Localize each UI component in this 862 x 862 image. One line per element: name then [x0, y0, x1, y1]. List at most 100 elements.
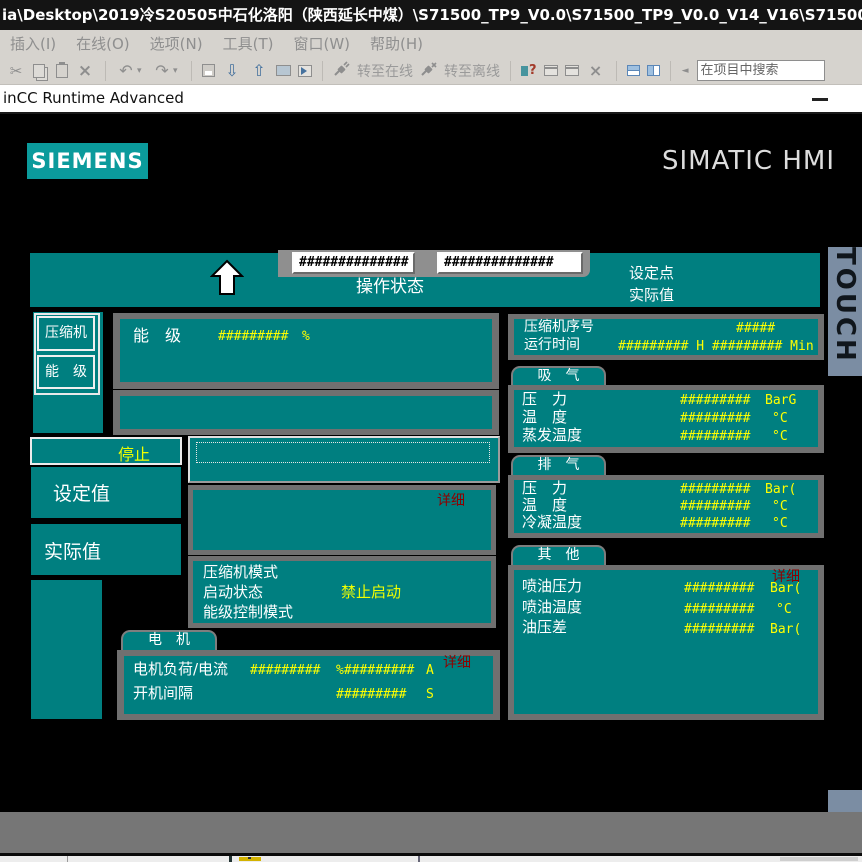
- redo-dropdown-icon[interactable]: ▾: [173, 66, 181, 76]
- evaporation-temp-label: 蒸发温度: [522, 427, 582, 444]
- tia-window-title: ia\Desktop\2019冷S20505中石化洛阳（陕西延长中煤）\S715…: [2, 6, 862, 24]
- undo-icon[interactable]: ↶: [116, 61, 136, 81]
- go-online-plug-icon[interactable]: [333, 61, 350, 81]
- nav-tab-energy-level[interactable]: 能 级: [37, 355, 95, 389]
- discharge-pressure-label: 压 力: [522, 480, 567, 497]
- menu-online[interactable]: 在线(O): [76, 33, 130, 54]
- discharge-pressure-value: #########: [680, 481, 750, 498]
- download-to-device-icon[interactable]: ⇩: [222, 61, 242, 81]
- motor-current-value: %#########: [336, 662, 414, 680]
- toolbar-separator: [322, 61, 323, 81]
- other-group-tab: 其 他: [511, 545, 606, 565]
- tia-toolbar: ✂ × ↶ ▾ ↷ ▾ ⇩ ⇧ 转至在线 转至离线 ? × ◄ 在项目中搜索: [0, 57, 862, 85]
- suction-pressure-unit: BarG: [765, 392, 796, 409]
- energy-panel: 能 级 ######### %: [120, 319, 492, 382]
- menu-help[interactable]: 帮助(H): [370, 33, 423, 54]
- motor-detail-link[interactable]: 详细: [443, 656, 471, 671]
- split-vertical-icon[interactable]: [647, 65, 660, 76]
- suction-temp-value: #########: [680, 410, 750, 427]
- runtime-window-titlebar[interactable]: inCC Runtime Advanced: [0, 85, 862, 112]
- upload-from-device-icon[interactable]: ⇧: [249, 61, 269, 81]
- go-offline-button[interactable]: 转至离线: [444, 61, 500, 81]
- siemens-logo: SIEMENS: [27, 143, 148, 179]
- panel-bezel-corner: [828, 790, 862, 812]
- compressor-serial-value: #####: [736, 320, 775, 337]
- nav-spacer-panel: [31, 580, 102, 719]
- redo-icon[interactable]: ↷: [152, 61, 172, 81]
- message-io-field[interactable]: [196, 442, 490, 463]
- screen-title: 操作状态: [330, 278, 450, 296]
- tia-window-titlebar[interactable]: ia\Desktop\2019冷S20505中石化洛阳（陕西延长中煤）\S715…: [0, 0, 862, 30]
- motor-current-unit: A: [426, 662, 434, 680]
- strip-divider: [229, 856, 232, 862]
- start-interval-unit: S: [426, 686, 434, 704]
- discharge-temp-unit: °C: [772, 498, 788, 515]
- status-panel: [120, 396, 492, 429]
- minimize-button[interactable]: [812, 98, 828, 101]
- compile-icon[interactable]: [202, 64, 215, 77]
- diagnostics-figure-icon: [521, 66, 528, 76]
- oil-pressure-diff-unit: Bar(: [770, 620, 801, 639]
- other-panel-frame: 详细 喷油压力 ######### Bar( 喷油温度 ######### °C…: [508, 565, 824, 720]
- menu-insert[interactable]: 插入(I): [10, 33, 56, 54]
- suction-panel: 压 力 ######### BarG 温 度 ######### °C 蒸发温度…: [514, 390, 818, 447]
- motor-load-value: #########: [250, 662, 320, 680]
- condensing-temp-value: #########: [680, 515, 750, 532]
- oil-injection-pressure-value: #########: [684, 579, 754, 598]
- window-icon[interactable]: [544, 65, 558, 76]
- detail-link[interactable]: 详细: [437, 494, 465, 509]
- cut-icon[interactable]: ✂: [6, 61, 26, 81]
- undo-dropdown-icon[interactable]: ▾: [137, 66, 145, 76]
- start-status-value: 禁止启动: [341, 583, 401, 601]
- actual-value-button-label: 实际值: [44, 537, 101, 564]
- other-panel: 详细 喷油压力 ######### Bar( 喷油温度 ######### °C…: [514, 570, 818, 714]
- close-window-icon[interactable]: ×: [586, 61, 606, 81]
- motor-load-label: 电机负荷/电流: [133, 660, 228, 678]
- motor-panel: 详细 电机负荷/电流 ######### %######### A 开机间隔 #…: [124, 656, 493, 714]
- header-io-field-1[interactable]: ##############: [292, 252, 415, 274]
- actual-value-button[interactable]: 实际值: [31, 524, 181, 575]
- condensing-temp-unit: °C: [772, 515, 788, 532]
- discharge-temp-value: #########: [680, 498, 750, 515]
- compressor-mode-label: 压缩机模式: [203, 563, 278, 581]
- project-search-input[interactable]: 在项目中搜索: [697, 60, 825, 81]
- menu-window[interactable]: 窗口(W): [293, 33, 350, 54]
- paste-icon[interactable]: [56, 64, 68, 78]
- collapse-search-icon[interactable]: ◄: [681, 61, 690, 81]
- online-diagnostics-icon[interactable]: ?: [521, 63, 537, 78]
- stop-status-text: 停止: [118, 441, 150, 465]
- toolbar-separator: [616, 61, 617, 81]
- siemens-logo-text: SIEMENS: [31, 149, 143, 173]
- setpoint-button[interactable]: 设定值: [31, 467, 181, 518]
- panel-bezel-touch: TOUCH: [828, 247, 862, 376]
- energy-panel-frame: 能 级 ######### %: [113, 313, 499, 389]
- menu-tools[interactable]: 工具(T): [223, 33, 274, 54]
- discharge-pressure-unit: Bar(: [765, 481, 796, 498]
- strip-text-smudge: [780, 857, 858, 861]
- delete-icon[interactable]: ×: [75, 61, 95, 81]
- folder-icon: [239, 857, 261, 861]
- tia-menubar: 插入(I) 在线(O) 选项(N) 工具(T) 窗口(W) 帮助(H): [0, 30, 862, 57]
- copy-icon[interactable]: [33, 64, 45, 78]
- simatic-hmi-text: SIMATIC HMI: [662, 146, 835, 176]
- split-horizontal-icon[interactable]: [627, 65, 640, 76]
- toolbar-separator: [670, 61, 671, 81]
- go-online-button[interactable]: 转至在线: [357, 61, 413, 81]
- simulation-icon[interactable]: [276, 65, 291, 76]
- suction-temp-label: 温 度: [522, 409, 567, 426]
- menu-options[interactable]: 选项(N): [150, 33, 203, 54]
- background-window-strip: [0, 856, 862, 862]
- oil-pressure-diff-value: #########: [684, 620, 754, 639]
- window-icon[interactable]: [565, 65, 579, 76]
- nav-tab-compressor[interactable]: 压缩机: [37, 316, 95, 351]
- up-arrow-button[interactable]: [210, 259, 244, 297]
- strip-divider: [67, 856, 68, 862]
- header-io-field-2[interactable]: ##############: [437, 252, 583, 274]
- suction-temp-unit: °C: [772, 410, 788, 427]
- start-interval-value: #########: [336, 686, 406, 704]
- go-offline-plug-icon[interactable]: [420, 61, 437, 81]
- start-runtime-icon[interactable]: [298, 65, 312, 77]
- folder-icon-notch: [248, 857, 251, 859]
- stop-status-button[interactable]: 停止: [30, 437, 182, 465]
- toolbar-separator: [191, 61, 192, 81]
